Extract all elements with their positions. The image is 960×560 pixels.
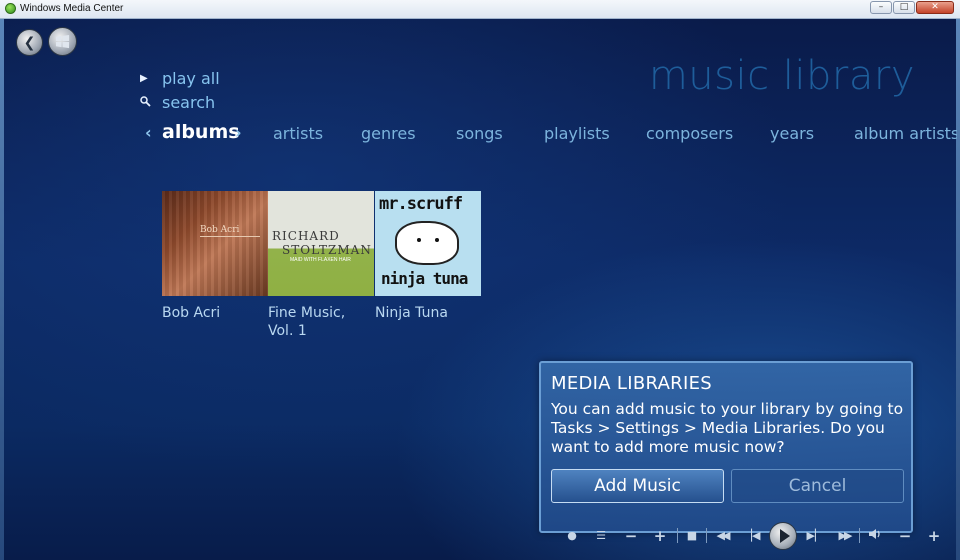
tab-genres[interactable]: genres — [361, 124, 416, 143]
album-title: Ninja Tuna — [375, 305, 448, 321]
media-center-stage: ❮ music library ▶ play all search ‹ albu… — [0, 19, 960, 560]
transport-controls: ● ☰ − + ■ ◀◀ ▕◀ ▶▏ ▶▶ − + — [560, 522, 950, 550]
cover-text: STOLTZMAN — [282, 243, 372, 257]
cover-illustration — [395, 221, 459, 265]
album-tile[interactable]: RICHARD STOLTZMAN MAID WITH FLAXEN HAIR … — [268, 191, 374, 340]
tab-album-artists[interactable]: album artists — [854, 124, 957, 143]
album-tile[interactable]: Bob Acri Bob Acri — [162, 191, 268, 322]
play-button[interactable] — [769, 522, 797, 550]
tab-artists[interactable]: artists — [273, 124, 323, 143]
cover-text: Bob Acri — [200, 225, 240, 235]
search-link[interactable]: search — [140, 93, 215, 112]
tab-albums[interactable]: albums — [162, 121, 240, 143]
media-libraries-dialog: MEDIA LIBRARIES You can add music to you… — [539, 361, 913, 533]
tab-composers[interactable]: composers — [646, 124, 733, 143]
back-arrow-icon: ❮ — [23, 34, 36, 51]
page-title: music library — [648, 53, 915, 99]
album-cover: Bob Acri — [162, 191, 268, 296]
album-title: Bob Acri — [162, 305, 221, 321]
play-all-label: play all — [162, 69, 220, 88]
channel-down-icon[interactable]: − — [622, 528, 640, 544]
window-titlebar: Windows Media Center – □ ✕ — [0, 0, 960, 19]
album-title-line: Fine Music, — [268, 305, 346, 321]
window-border-right — [956, 19, 960, 560]
next-icon[interactable]: ▶▏ — [806, 528, 824, 544]
album-title-line: Vol. 1 — [268, 323, 307, 339]
window-border-left — [0, 19, 4, 560]
start-button[interactable] — [48, 27, 77, 56]
cancel-button[interactable]: Cancel — [731, 469, 904, 503]
tab-playlists[interactable]: playlists — [544, 124, 610, 143]
maximize-button[interactable]: □ — [893, 1, 915, 14]
channel-up-icon[interactable]: + — [651, 528, 669, 544]
album-cover: mr.scruff ninja tuna — [375, 191, 481, 296]
cover-text: RICHARD — [272, 229, 340, 243]
mute-icon[interactable] — [866, 528, 884, 544]
dialog-message: You can add music to your library by goi… — [551, 400, 904, 456]
volume-up-icon[interactable]: + — [925, 528, 943, 544]
tab-prev-arrow[interactable]: ‹ — [145, 123, 152, 142]
volume-down-icon[interactable]: − — [896, 528, 914, 544]
category-tabs: ‹ albums › artists genres songs playlist… — [145, 121, 957, 145]
search-label: search — [162, 93, 216, 112]
cover-text: MAID WITH FLAXEN HAIR — [290, 257, 351, 263]
tab-songs[interactable]: songs — [456, 124, 503, 143]
add-music-button[interactable]: Add Music — [551, 469, 724, 503]
back-button[interactable]: ❮ — [16, 29, 43, 56]
play-icon — [780, 529, 790, 543]
cover-text: mr.scruff — [379, 194, 463, 214]
tab-years[interactable]: years — [770, 124, 814, 143]
dialog-title: MEDIA LIBRARIES — [551, 373, 712, 394]
album-title: Fine Music, Vol. 1 — [268, 304, 374, 340]
media-center-icon — [5, 3, 16, 14]
album-cover: RICHARD STOLTZMAN MAID WITH FLAXEN HAIR — [268, 191, 374, 296]
play-icon: ▶ — [140, 73, 148, 84]
close-button[interactable]: ✕ — [916, 1, 954, 14]
window-controls: – □ ✕ — [870, 1, 954, 14]
windows-logo-icon — [55, 34, 70, 49]
cover-text: ninja tuna — [381, 269, 468, 288]
previous-icon[interactable]: ▕◀ — [743, 528, 761, 544]
guide-icon[interactable]: ☰ — [592, 528, 610, 544]
play-all-link[interactable]: ▶ play all — [140, 69, 220, 88]
tab-next-arrow[interactable]: › — [235, 123, 242, 142]
stop-icon[interactable]: ■ — [683, 528, 701, 544]
minimize-button[interactable]: – — [870, 1, 892, 14]
window-title: Windows Media Center — [20, 3, 124, 14]
record-icon[interactable]: ● — [563, 528, 581, 544]
fast-forward-icon[interactable]: ▶▶ — [835, 528, 853, 544]
magnifier-icon — [140, 95, 156, 110]
album-tile[interactable]: mr.scruff ninja tuna Ninja Tuna — [375, 191, 481, 322]
rewind-icon[interactable]: ◀◀ — [713, 528, 731, 544]
